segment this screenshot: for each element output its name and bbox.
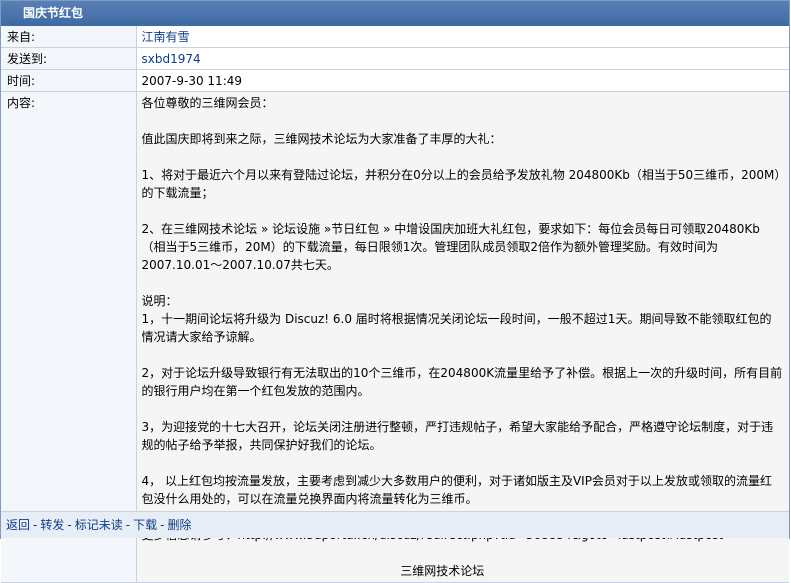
message-table: 来自: 江南有雪 发送到: sxbd1974 时间: 2007-9-30 11:… bbox=[1, 26, 789, 583]
recipient-link[interactable]: sxbd1974 bbox=[142, 52, 201, 66]
to-label: 发送到: bbox=[1, 47, 137, 70]
separator: - bbox=[33, 518, 38, 532]
separator: - bbox=[67, 518, 72, 532]
to-row: 发送到: sxbd1974 bbox=[1, 47, 789, 70]
note-3: 3，为迎接党的十七大召开，论坛关闭注册进行整顿，严打违规帖子，希望大家能给予配合… bbox=[141, 420, 774, 452]
gift-item-1: 1、将对于最近六个月以来有登陆过论坛，并积分在0分以上的会员给予发放礼物 204… bbox=[141, 168, 781, 200]
content-label: 内容: bbox=[1, 91, 137, 583]
message-body: 各位尊敬的三维网会员： 值此国庆即将到来之际，三维网技术论坛为大家准备了丰厚的大… bbox=[136, 91, 789, 583]
action-bar: 返回 - 转发 - 标记未读 - 下载 - 删除 bbox=[1, 511, 789, 538]
back-link[interactable]: 返回 bbox=[6, 518, 30, 532]
message-panel: 国庆节红包 来自: 江南有雪 发送到: sxbd1974 时间: 2007-9-… bbox=[0, 0, 790, 583]
time-row: 时间: 2007-9-30 11:49 bbox=[1, 69, 789, 92]
message-title: 国庆节红包 bbox=[1, 1, 789, 26]
separator: - bbox=[125, 518, 131, 532]
greeting-text: 各位尊敬的三维网会员： bbox=[141, 96, 274, 110]
mark-unread-link[interactable]: 标记未读 bbox=[75, 518, 123, 532]
delete-link[interactable]: 删除 bbox=[167, 518, 191, 532]
from-row: 来自: 江南有雪 bbox=[1, 26, 789, 48]
note-1: 1，十一期间论坛将升级为 Discuz! 6.0 届时将根据情况关闭论坛一段时间… bbox=[141, 312, 772, 344]
time-value: 2007-9-30 11:49 bbox=[136, 69, 789, 92]
download-link[interactable]: 下载 bbox=[133, 518, 157, 532]
time-label: 时间: bbox=[1, 69, 137, 92]
note-2: 2，对于论坛升级导致银行有无法取出的10个三维币，在204800K流量里给予了补… bbox=[141, 366, 783, 398]
signature-text: 三维网技术论坛 bbox=[400, 564, 485, 578]
sender-link[interactable]: 江南有雪 bbox=[142, 30, 190, 44]
notes-title: 说明： bbox=[141, 294, 178, 308]
gift-item-2: 2、在三维网技术论坛 » 论坛设施 »节日红包 » 中增设国庆加班大礼红包，要求… bbox=[141, 222, 760, 272]
forward-link[interactable]: 转发 bbox=[40, 518, 64, 532]
note-4: 4， 以上红包均按流量发放，主要考虑到减少大多数用户的便利，对于诸如版主及VIP… bbox=[141, 474, 772, 506]
intro-paragraph: 值此国庆即将到来之际，三维网技术论坛为大家准备了丰厚的大礼： bbox=[141, 132, 502, 146]
content-row: 内容: 各位尊敬的三维网会员： 值此国庆即将到来之际，三维网技术论坛为大家准备了… bbox=[1, 91, 789, 583]
from-label: 来自: bbox=[1, 26, 137, 48]
separator: - bbox=[160, 518, 165, 532]
